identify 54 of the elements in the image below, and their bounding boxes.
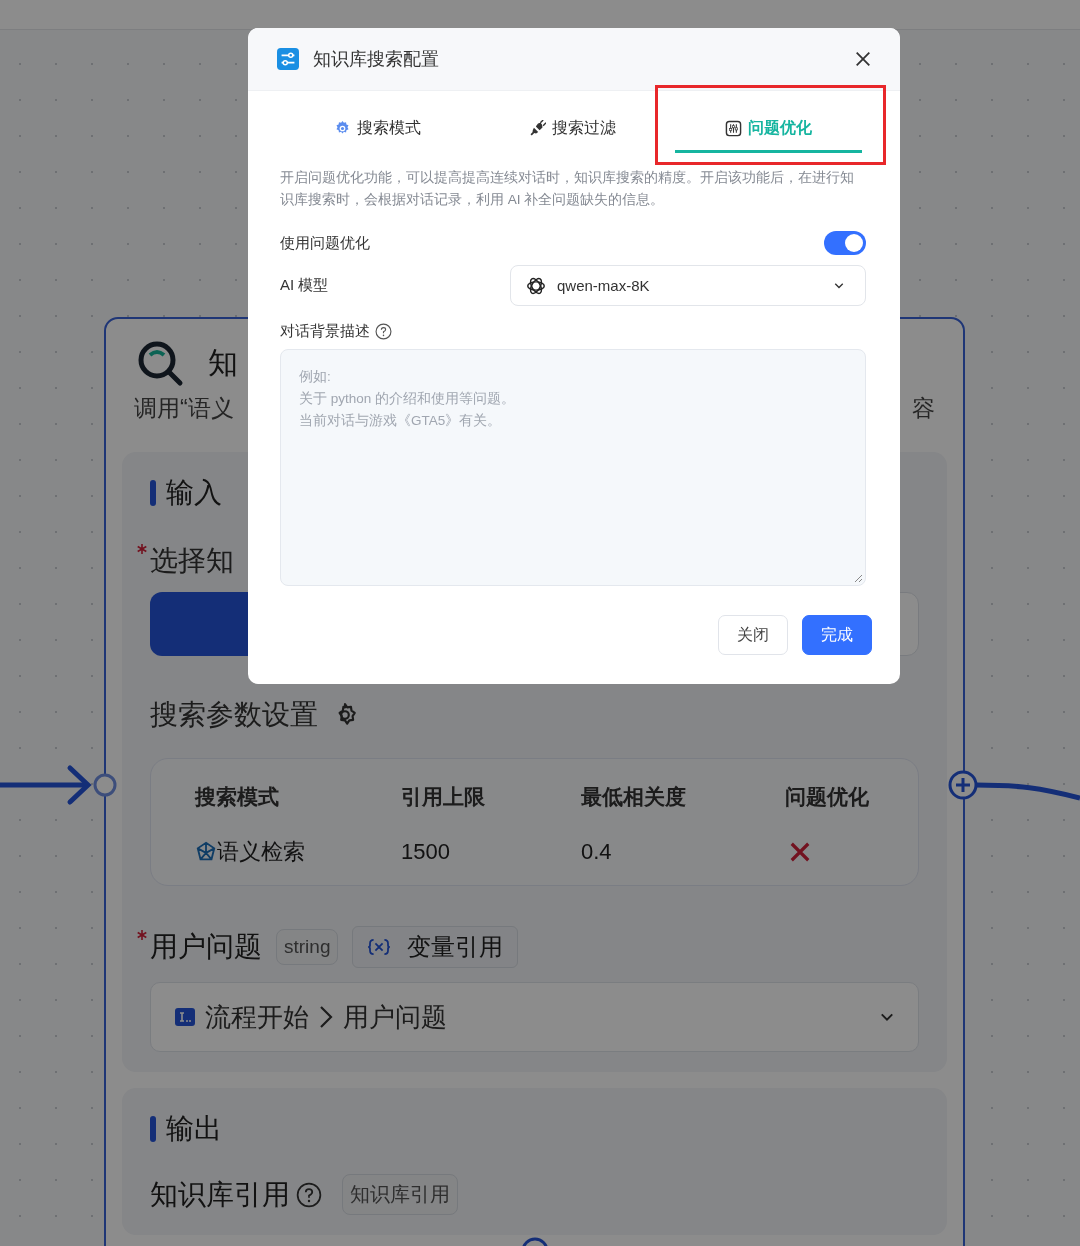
field-label: 使用问题优化 [280, 233, 370, 253]
type-tag: string [276, 929, 339, 965]
variable-reference-button[interactable]: 变量引用 [352, 926, 519, 968]
section-marker [150, 480, 156, 506]
column-header: 最低相关度 [581, 784, 687, 810]
section-heading: 输出 [166, 1112, 222, 1146]
path-label: 用户问题 [343, 1000, 447, 1034]
field-label: 知识库引用 [150, 1177, 290, 1212]
plug-icon [529, 120, 547, 137]
path-label: 流程开始 [205, 1000, 309, 1034]
placeholder-text: 例如: [299, 368, 331, 386]
placeholder-text: 当前对话与游戏《GTA5》有关。 [299, 412, 502, 430]
source-select[interactable]: 流程开始 用户问题 [150, 982, 919, 1052]
node-description: 调用“语义 [134, 394, 234, 423]
search-icon [136, 339, 184, 387]
resize-handle-icon[interactable] [853, 573, 863, 583]
done-button[interactable]: 完成 [802, 615, 872, 655]
input-node-icon [175, 1008, 195, 1026]
chevron-down-icon [833, 281, 845, 290]
column-header: 搜索模式 [195, 784, 280, 810]
table-cell-text: 语义检索 [217, 838, 305, 866]
description-text: 开启问题优化功能，可以提高提高连续对话时，知识库搜索的精度。开启该功能后，在进行知识库搜索时，会根据对话记录，利用 AI 补全问题缺失的信息。 [280, 169, 855, 209]
placeholder-text: 关于 python 的介绍和使用等问题。 [299, 390, 516, 408]
section-heading: 输入 [166, 476, 222, 510]
field-label: 对话背景描述 [280, 322, 370, 341]
tab[interactable]: 搜索模式 [280, 111, 476, 153]
section-heading: 搜索参数设置 [150, 698, 318, 732]
node-title: 知 [208, 344, 238, 381]
help-icon[interactable] [375, 323, 392, 340]
section-marker [150, 1116, 156, 1142]
help-icon[interactable] [296, 1181, 322, 1208]
table-cell-text: 0.4 [581, 838, 613, 866]
variable-icon [367, 938, 392, 956]
settings-sliders-icon [277, 48, 299, 70]
network-icon [195, 841, 217, 863]
close-icon[interactable] [854, 50, 872, 68]
tab[interactable]: 搜索过滤 [475, 111, 671, 153]
sliders-icon [724, 120, 742, 137]
dialog-title: 知识库搜索配置 [313, 48, 439, 71]
node-description: 容 [912, 394, 935, 423]
chevron-down-icon [880, 1012, 894, 1022]
chevron-right-icon [319, 1005, 333, 1029]
toggle-switch[interactable] [824, 231, 866, 255]
field-label: AI 模型 [280, 276, 329, 295]
column-header: 引用上限 [401, 784, 486, 810]
type-tag: 知识库引用 [342, 1174, 458, 1215]
field-label: 选择知 [150, 544, 234, 578]
field-label: 用户问题 [150, 930, 262, 964]
table-cell-text: 1500 [401, 838, 451, 866]
close-button[interactable]: 关闭 [718, 615, 788, 655]
model-select[interactable]: qwen-max-8K [510, 265, 866, 306]
column-header: 问题优化 [785, 784, 870, 810]
add-port-icon[interactable] [948, 770, 978, 800]
input-port[interactable] [93, 773, 117, 797]
